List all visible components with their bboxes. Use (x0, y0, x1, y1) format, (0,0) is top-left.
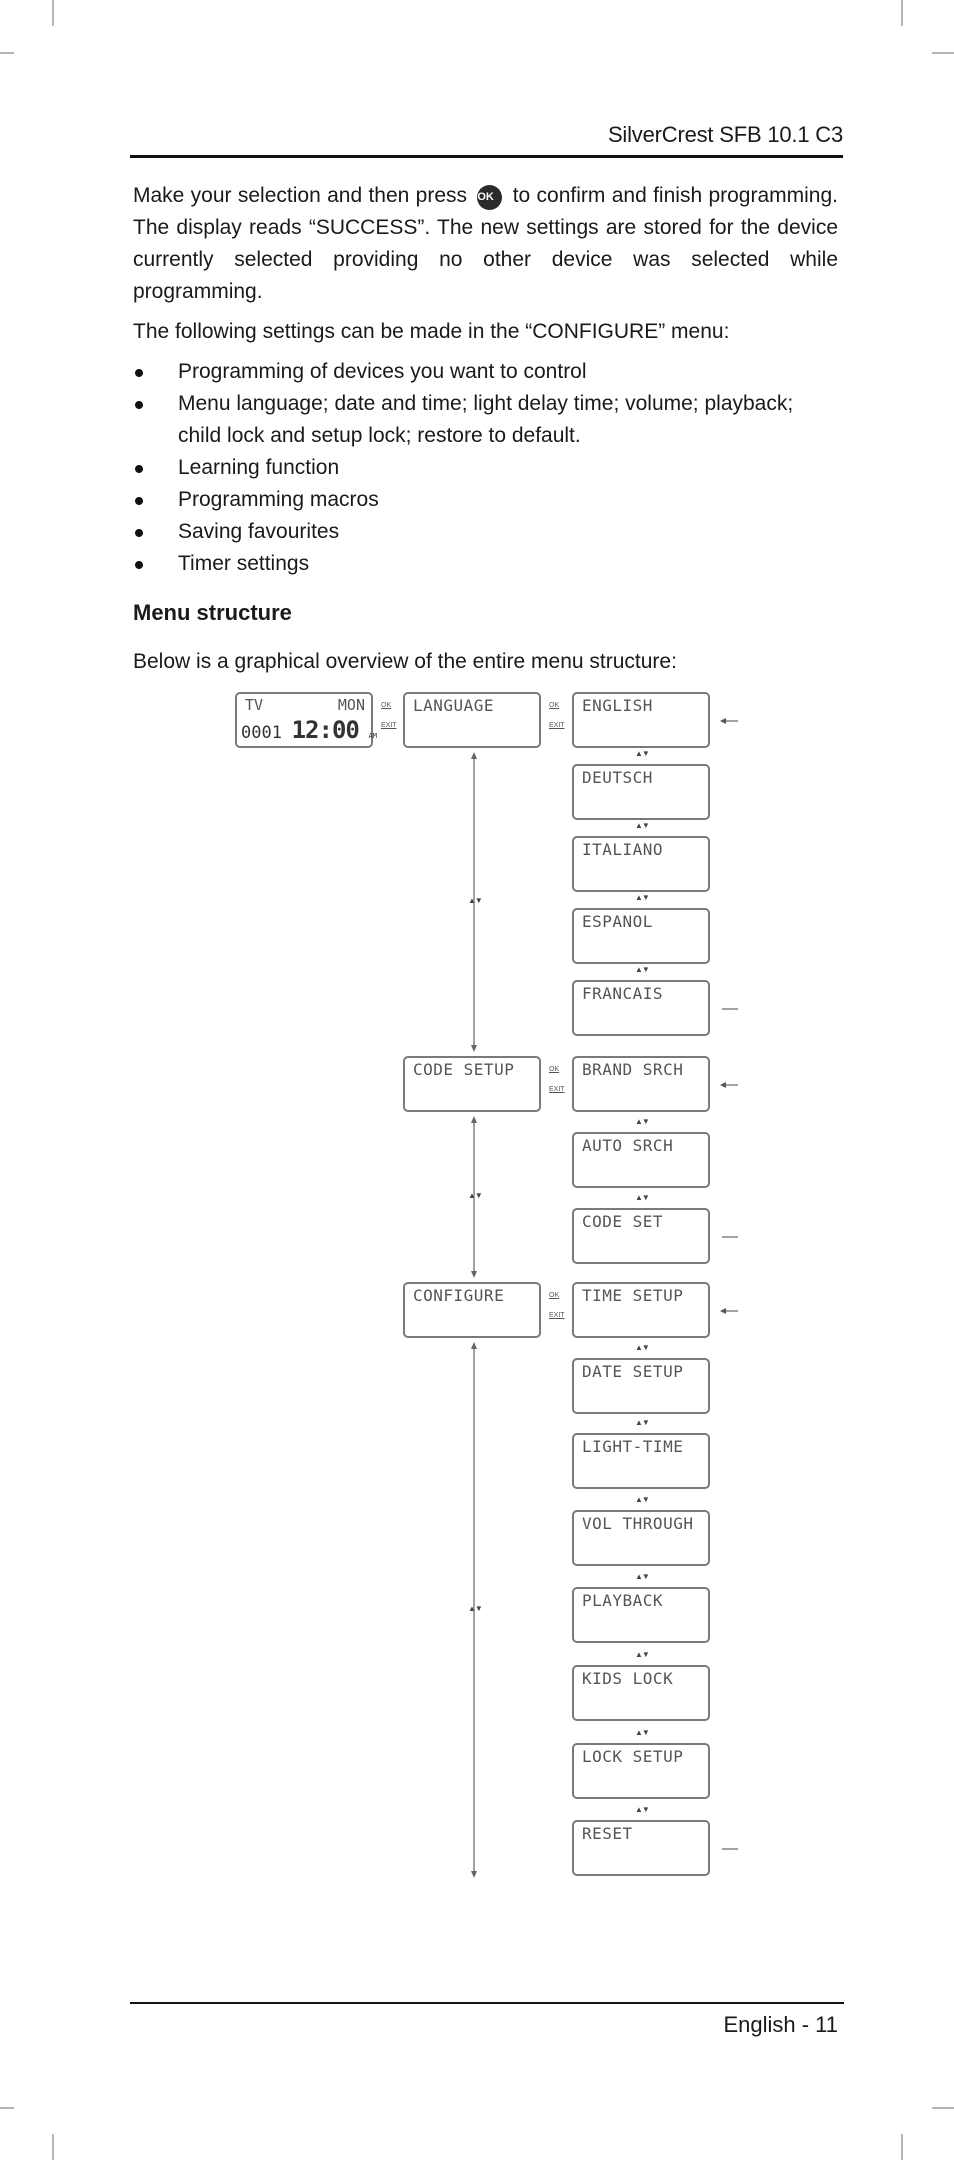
up-down-arrows-icon: ▲▼ (635, 1650, 650, 1659)
up-down-arrows-icon: ▲▼ (635, 1343, 650, 1352)
arrow-down-icon (471, 1871, 477, 1878)
display-day: MON (337, 696, 365, 714)
up-down-arrows-icon: ▲▼ (635, 1418, 650, 1427)
submenu-box-date-setup: DATE SETUP (572, 1358, 710, 1414)
footer-rule (130, 2002, 844, 2004)
submenu-box-english: ENGLISH (572, 692, 710, 748)
up-down-arrows-icon: ▲▼ (635, 893, 650, 902)
ok-arrow-icon: OK (549, 1066, 560, 1073)
submenu-box-reset: RESET (572, 1820, 710, 1876)
arrow-up-icon (471, 1342, 477, 1349)
menu-label: ITALIANO (582, 840, 664, 859)
up-down-arrows-icon: ▲▼ (635, 1117, 650, 1126)
submenu-box-auto-srch: AUTO SRCH (572, 1132, 710, 1188)
display-ampm: AM (368, 732, 377, 740)
up-down-arrows-icon: ▲▼ (635, 1805, 650, 1814)
submenu-box-time-setup: TIME SETUP (572, 1282, 710, 1338)
up-down-arrows-icon: ▲▼ (468, 1191, 483, 1200)
submenu-box-francais: FRANCAIS (572, 980, 710, 1036)
submenu-box-playback: PLAYBACK (572, 1587, 710, 1643)
exit-arrow-icon: EXIT (381, 722, 397, 729)
page-footer: English - 11 (723, 2012, 838, 2037)
exit-arrow-icon: EXIT (549, 722, 565, 729)
submenu-box-italiano: ITALIANO (572, 836, 710, 892)
menu-box-configure: CONFIGURE (403, 1282, 541, 1338)
up-down-arrows-icon: ▲▼ (635, 1728, 650, 1737)
submenu-box-lock-setup: LOCK SETUP (572, 1743, 710, 1799)
menu-label: LANGUAGE (413, 696, 495, 715)
arrow-down-icon (471, 1045, 477, 1052)
menu-label: DATE SETUP (582, 1362, 684, 1381)
submenu-box-kids-lock: KIDS LOCK (572, 1665, 710, 1721)
return-arrowhead-icon (720, 1308, 726, 1314)
ok-arrow-icon: OK (549, 702, 560, 709)
submenu-box-deutsch: DEUTSCH (572, 764, 710, 820)
menu-label: BRAND SRCH (582, 1060, 684, 1079)
menu-box-language: LANGUAGE (403, 692, 541, 748)
arrow-up-icon (471, 752, 477, 759)
menu-label: VOL THROUGH (582, 1514, 694, 1533)
up-down-arrows-icon: ▲▼ (468, 896, 483, 905)
submenu-box-code-set: CODE SET (572, 1208, 710, 1264)
arrow-down-icon (471, 1271, 477, 1278)
menu-label: LIGHT-TIME (582, 1437, 684, 1456)
menu-label: DEUTSCH (582, 768, 653, 787)
up-down-arrows-icon: ▲▼ (635, 1572, 650, 1581)
submenu-box-espanol: ESPANOL (572, 908, 710, 964)
menu-label: FRANCAIS (582, 984, 664, 1003)
menu-label: KIDS LOCK (582, 1669, 674, 1688)
menu-label: CODE SETUP (413, 1060, 515, 1079)
submenu-box-brand-srch: BRAND SRCH (572, 1056, 710, 1112)
up-down-arrows-icon: ▲▼ (635, 821, 650, 830)
exit-arrow-icon: EXIT (549, 1086, 565, 1093)
arrow-up-icon (471, 1116, 477, 1123)
up-down-arrows-icon: ▲▼ (635, 1495, 650, 1504)
display-source: TV (245, 696, 264, 714)
up-down-arrows-icon: ▲▼ (635, 965, 650, 974)
menu-label: PLAYBACK (582, 1591, 664, 1610)
menu-label: CODE SET (582, 1212, 664, 1231)
return-arrowhead-icon (720, 1082, 726, 1088)
menu-label: AUTO SRCH (582, 1136, 674, 1155)
ok-arrow-icon: OK (381, 702, 392, 709)
home-display: TV MON 0001 12:00 AM (235, 692, 377, 748)
exit-arrow-icon: EXIT (549, 1312, 565, 1319)
display-time: 12:00 (291, 716, 360, 744)
menu-label: RESET (582, 1824, 633, 1843)
menu-label: ESPANOL (582, 912, 653, 931)
return-arrowhead-icon (720, 718, 726, 724)
submenu-box-light-time: LIGHT-TIME (572, 1433, 710, 1489)
menu-structure-diagram: TV MON 0001 12:00 AM LANGUAGE CODE SETUP C… (0, 0, 954, 2160)
menu-label: ENGLISH (582, 696, 653, 715)
up-down-arrows-icon: ▲▼ (635, 1193, 650, 1202)
up-down-arrows-icon: ▲▼ (468, 1604, 483, 1613)
menu-label: LOCK SETUP (582, 1747, 684, 1766)
display-code: 0001 (241, 723, 282, 743)
menu-label: CONFIGURE (413, 1286, 505, 1305)
menu-box-code-setup: CODE SETUP (403, 1056, 541, 1112)
up-down-arrows-icon: ▲▼ (635, 749, 650, 758)
submenu-box-vol-through: VOL THROUGH (572, 1510, 710, 1566)
ok-arrow-icon: OK (549, 1292, 560, 1299)
menu-label: TIME SETUP (582, 1286, 684, 1305)
